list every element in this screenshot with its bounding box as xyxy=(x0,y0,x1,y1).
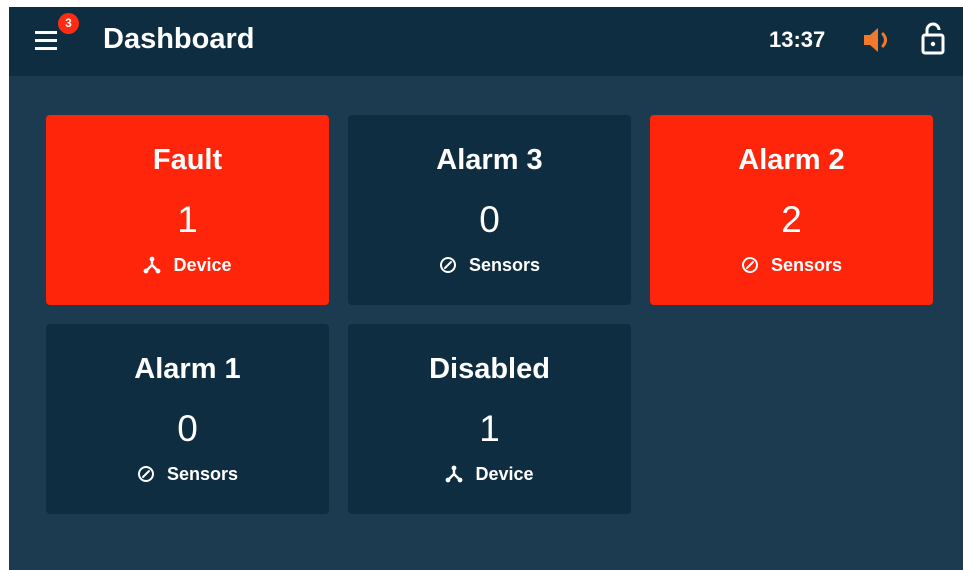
card-title: Fault xyxy=(152,144,223,176)
lock-icon xyxy=(921,22,945,55)
card-unit: Device xyxy=(348,462,631,486)
hamburger-menu-icon xyxy=(35,31,57,50)
notification-badge: 3 xyxy=(58,13,79,34)
card-unit-label: Sensors xyxy=(468,255,541,275)
card-count: 2 xyxy=(781,199,802,240)
status-card-disabled[interactable]: Disabled 1 Device xyxy=(348,324,631,514)
card-unit-label: Sensors xyxy=(166,464,239,484)
clock-time: 13:37 xyxy=(769,27,826,52)
card-count: 1 xyxy=(479,408,500,449)
card-unit: Sensors xyxy=(348,253,631,277)
card-unit: Sensors xyxy=(650,253,933,277)
card-count: 1 xyxy=(177,199,198,240)
card-count: 0 xyxy=(177,408,198,449)
top-bar: 3 Dashboard 13:37 xyxy=(9,7,963,76)
card-title: Alarm 3 xyxy=(436,144,543,176)
card-unit-label: Device xyxy=(173,255,232,275)
page-title: Dashboard xyxy=(103,23,255,55)
card-unit-label: Sensors xyxy=(770,255,843,275)
speaker-icon xyxy=(864,28,887,52)
card-title: Alarm 2 xyxy=(738,144,845,176)
gauge-icon xyxy=(439,256,457,274)
status-card-alarm-3[interactable]: Alarm 3 0 Sensors xyxy=(348,115,631,305)
card-title: Disabled xyxy=(429,353,550,385)
card-unit: Sensors xyxy=(46,462,329,486)
sound-button[interactable] xyxy=(863,25,895,55)
card-unit-label: Device xyxy=(475,464,534,484)
device-network-icon xyxy=(445,465,463,483)
card-count: 0 xyxy=(479,199,500,240)
status-card-alarm-2[interactable]: Alarm 2 2 Sensors xyxy=(650,115,933,305)
dashboard-screen: 3 Dashboard 13:37 Fault 1 Device Alarm 3… xyxy=(9,7,963,570)
status-card-alarm-1[interactable]: Alarm 1 0 Sensors xyxy=(46,324,329,514)
status-card-fault[interactable]: Fault 1 Device xyxy=(46,115,329,305)
gauge-icon xyxy=(137,465,155,483)
card-title: Alarm 1 xyxy=(134,353,241,385)
card-unit: Device xyxy=(46,253,329,277)
gauge-icon xyxy=(741,256,759,274)
lock-button[interactable] xyxy=(921,21,945,55)
device-network-icon xyxy=(143,256,161,274)
